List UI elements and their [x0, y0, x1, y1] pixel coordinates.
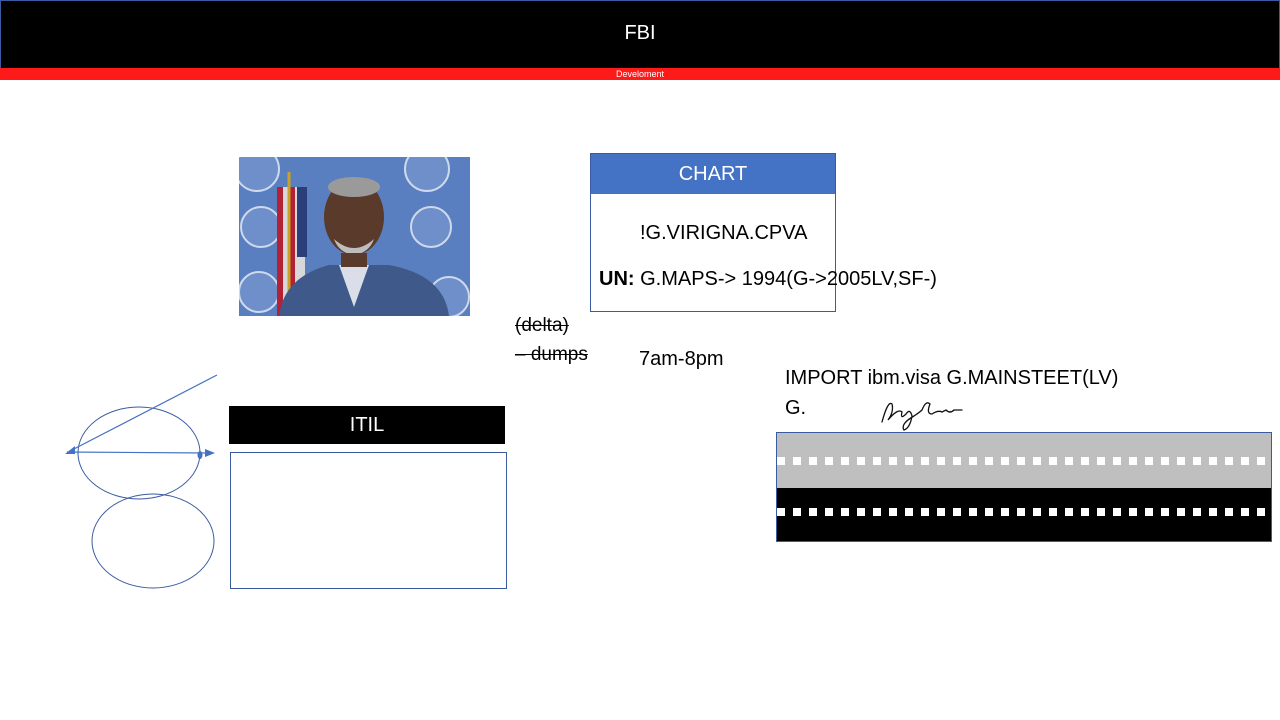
- hours-label: 7am-8pm: [639, 348, 724, 370]
- chart-box-title: CHART: [591, 154, 835, 194]
- itil-title: ITIL: [229, 406, 505, 444]
- chart-line-text: G.MAPS-> 1994(G->2005LV,SF-): [634, 268, 937, 290]
- film-strip-dashes: [777, 457, 1271, 516]
- note-dumps: – dumps: [515, 344, 588, 365]
- chart-line-maps: UN: G.MAPS-> 1994(G->2005LV,SF-): [599, 268, 937, 291]
- import-g-label: G.: [785, 397, 807, 419]
- header-subtitle: Develoment: [615, 69, 665, 79]
- import-line: IMPORT ibm.visa G.MAINSTEET(LV): [785, 367, 1119, 389]
- portrait-photo: [239, 157, 470, 316]
- ellipse-arrow-diagram-icon: [55, 370, 230, 595]
- chart-line-virigna: !G.VIRIGNA.CPVA: [640, 222, 808, 244]
- page-title: FBI: [624, 22, 656, 44]
- itil-box: [230, 452, 507, 589]
- portrait-photo-icon: [239, 157, 470, 316]
- chart-line-prefix: UN:: [599, 268, 635, 290]
- note-delta: (delta): [515, 315, 569, 336]
- film-strip: [776, 432, 1272, 542]
- signature-icon: [874, 390, 966, 432]
